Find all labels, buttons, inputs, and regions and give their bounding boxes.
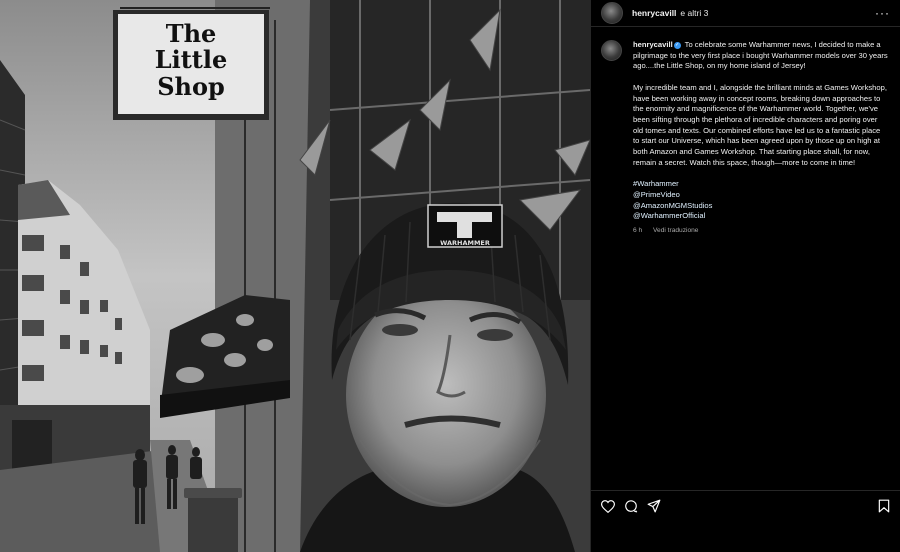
share-icon[interactable]: [647, 499, 661, 513]
see-translation-link[interactable]: Vedi traduzione: [653, 227, 698, 234]
caption-block: henrycavill ✓ To celebrate some Warhammer…: [591, 27, 900, 236]
mention-primevideo[interactable]: @PrimeVideo: [633, 190, 888, 201]
verified-badge-icon: ✓: [673, 41, 681, 49]
caption-tags: #Warhammer @PrimeVideo @AmazonMGMStudios…: [633, 179, 888, 222]
hashtag-warhammer[interactable]: #Warhammer: [633, 179, 888, 190]
instagram-post: The Little Shop WARHAMMER henrycavill e …: [0, 0, 900, 552]
shop-sign-line2: Little: [155, 45, 228, 74]
hat-logo-text: WARHAMMER: [440, 239, 490, 247]
post-time: 6 h: [633, 226, 643, 234]
post-header: henrycavill e altri 3 ···: [591, 0, 900, 27]
shop-sign-line1: The: [166, 19, 217, 48]
caption-avatar[interactable]: [601, 40, 622, 61]
header-username[interactable]: henrycavill: [632, 8, 676, 18]
post-side-panel: henrycavill e altri 3 ··· henrycavill ✓ T…: [590, 0, 900, 552]
header-avatar[interactable]: [601, 2, 623, 24]
caption-meta: 6 h Vedi traduzione: [633, 226, 888, 237]
caption-paragraph-2: My incredible team and I, alongside the …: [633, 82, 887, 167]
post-photo[interactable]: The Little Shop WARHAMMER: [0, 0, 590, 552]
more-options-icon[interactable]: ···: [875, 7, 890, 19]
caption-text: henrycavill ✓ To celebrate some Warhammer…: [633, 40, 888, 236]
photo-illustration: The Little Shop WARHAMMER: [0, 0, 590, 552]
shop-sign-line3: Shop: [157, 72, 225, 101]
comment-icon[interactable]: [624, 499, 638, 513]
caption-username[interactable]: henrycavill: [633, 40, 673, 49]
mention-amazonmgmstudios[interactable]: @AmazonMGMStudios: [633, 201, 888, 212]
bookmark-icon[interactable]: [878, 499, 890, 513]
caption-paragraph-1: henrycavill ✓ To celebrate some Warhammer…: [633, 40, 888, 72]
mention-warhammerofficial[interactable]: @WarhammerOfficial: [633, 211, 888, 222]
action-bar: [591, 490, 900, 521]
header-collaborators[interactable]: e altri 3: [680, 8, 708, 18]
heart-icon[interactable]: [601, 499, 615, 513]
